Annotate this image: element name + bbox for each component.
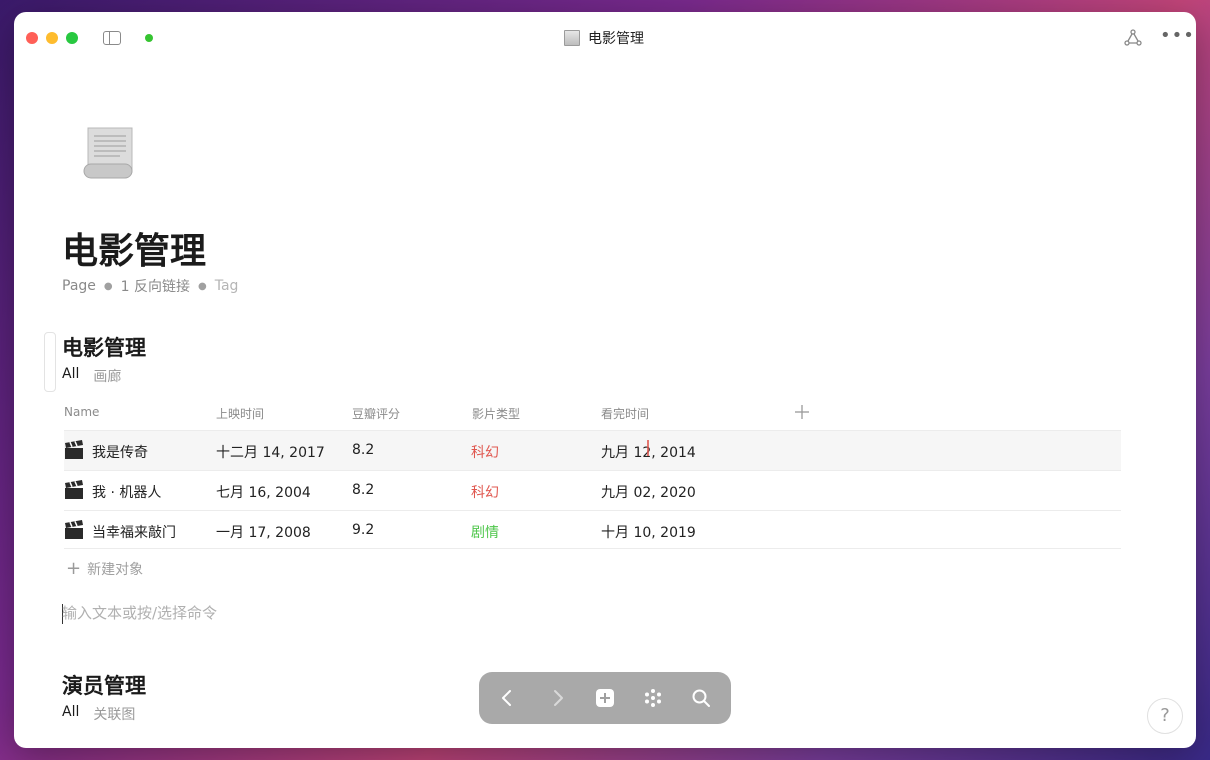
- title-bar: 电影管理 •••: [14, 12, 1196, 64]
- window-title-text: 电影管理: [588, 31, 644, 47]
- table-row[interactable]: 当幸福来敲门 一月 17, 2008 9.2 剧情 十月 10, 2019: [64, 510, 1121, 551]
- database-title[interactable]: 电影管理: [62, 332, 146, 362]
- cell-rating[interactable]: 8.2: [352, 482, 374, 498]
- help-button[interactable]: ?: [1147, 698, 1183, 734]
- view-tabs: All 画廊: [62, 366, 121, 386]
- separator-dot: ●: [198, 280, 207, 292]
- cell-genre[interactable]: 科幻: [471, 442, 499, 462]
- view-tab-all[interactable]: All: [62, 366, 79, 386]
- forward-icon[interactable]: [546, 686, 570, 710]
- sync-status-dot[interactable]: [145, 34, 153, 42]
- view-tab-graph[interactable]: 关联图: [93, 704, 135, 724]
- new-item-button[interactable]: + 新建对象: [66, 559, 143, 579]
- cell-name[interactable]: 我 · 机器人: [92, 482, 161, 502]
- cell-genre[interactable]: 剧情: [471, 522, 499, 542]
- minimize-button[interactable]: [46, 32, 58, 44]
- apps-icon[interactable]: [641, 686, 665, 710]
- window-title: 电影管理: [564, 28, 644, 48]
- column-header-release[interactable]: 上映时间: [216, 405, 264, 422]
- editor-placeholder[interactable]: 输入文本或按/选择命令: [62, 602, 217, 623]
- column-header-name[interactable]: Name: [64, 405, 99, 419]
- graph-icon[interactable]: [1124, 29, 1142, 47]
- block-drag-handle[interactable]: [44, 332, 56, 392]
- more-icon[interactable]: •••: [1160, 27, 1194, 47]
- tag-field[interactable]: Tag: [215, 278, 239, 294]
- view-tab-gallery[interactable]: 画廊: [93, 366, 121, 386]
- page-type: Page: [62, 278, 96, 294]
- cell-rating[interactable]: 9.2: [352, 522, 374, 538]
- cell-watched[interactable]: 九月 02, 2020: [601, 482, 696, 502]
- database-header-cut: [62, 740, 1122, 748]
- zoom-button[interactable]: [66, 32, 78, 44]
- view-tabs: All 关联图: [62, 704, 135, 724]
- clapperboard-icon: [65, 480, 83, 499]
- view-tab-all[interactable]: All: [62, 704, 79, 724]
- cell-release[interactable]: 十二月 14, 2017: [216, 442, 325, 462]
- sidebar-toggle-icon[interactable]: [103, 31, 121, 45]
- close-button[interactable]: [26, 32, 38, 44]
- back-icon[interactable]: [495, 686, 519, 710]
- table-row[interactable]: 我 · 机器人 七月 16, 2004 8.2 科幻 九月 02, 2020: [64, 470, 1121, 511]
- separator-dot: ●: [103, 280, 113, 292]
- clapperboard-icon: [65, 520, 83, 539]
- new-item-label: 新建对象: [87, 562, 144, 578]
- cell-genre[interactable]: 科幻: [471, 482, 499, 502]
- add-column-icon[interactable]: [794, 404, 810, 420]
- floating-navigation-dock: [479, 672, 731, 724]
- table-divider: [64, 548, 1121, 549]
- database-title[interactable]: 演员管理: [62, 670, 146, 700]
- page-scroll-icon[interactable]: [82, 124, 136, 182]
- column-header-rating[interactable]: 豆瓣评分: [352, 405, 400, 422]
- text-cursor: [647, 440, 649, 456]
- plus-icon: +: [66, 558, 82, 579]
- backlinks-link[interactable]: 1 反向链接: [121, 276, 190, 296]
- page-meta: Page ● 1 反向链接 ● Tag: [62, 276, 238, 296]
- add-icon[interactable]: [593, 686, 617, 710]
- cell-release[interactable]: 一月 17, 2008: [216, 522, 311, 542]
- column-header-watched[interactable]: 看完时间: [601, 405, 649, 422]
- clapperboard-icon: [65, 440, 83, 459]
- cell-rating[interactable]: 8.2: [352, 442, 374, 458]
- cell-watched[interactable]: 十月 10, 2019: [601, 522, 696, 542]
- cell-name[interactable]: 我是传奇: [92, 442, 148, 462]
- search-icon[interactable]: [689, 686, 713, 710]
- column-header-genre[interactable]: 影片类型: [472, 405, 520, 422]
- cell-name[interactable]: 当幸福来敲门: [92, 522, 176, 542]
- page-title[interactable]: 电影管理: [62, 222, 206, 274]
- table-row[interactable]: 我是传奇 十二月 14, 2017 8.2 科幻 九月 12, 2014: [64, 430, 1121, 471]
- document-icon: [564, 30, 580, 46]
- cell-release[interactable]: 七月 16, 2004: [216, 482, 311, 502]
- app-window: 电影管理 ••• 电影管理 Page ● 1 反向链接 ● Tag 电影管理 A…: [14, 12, 1196, 748]
